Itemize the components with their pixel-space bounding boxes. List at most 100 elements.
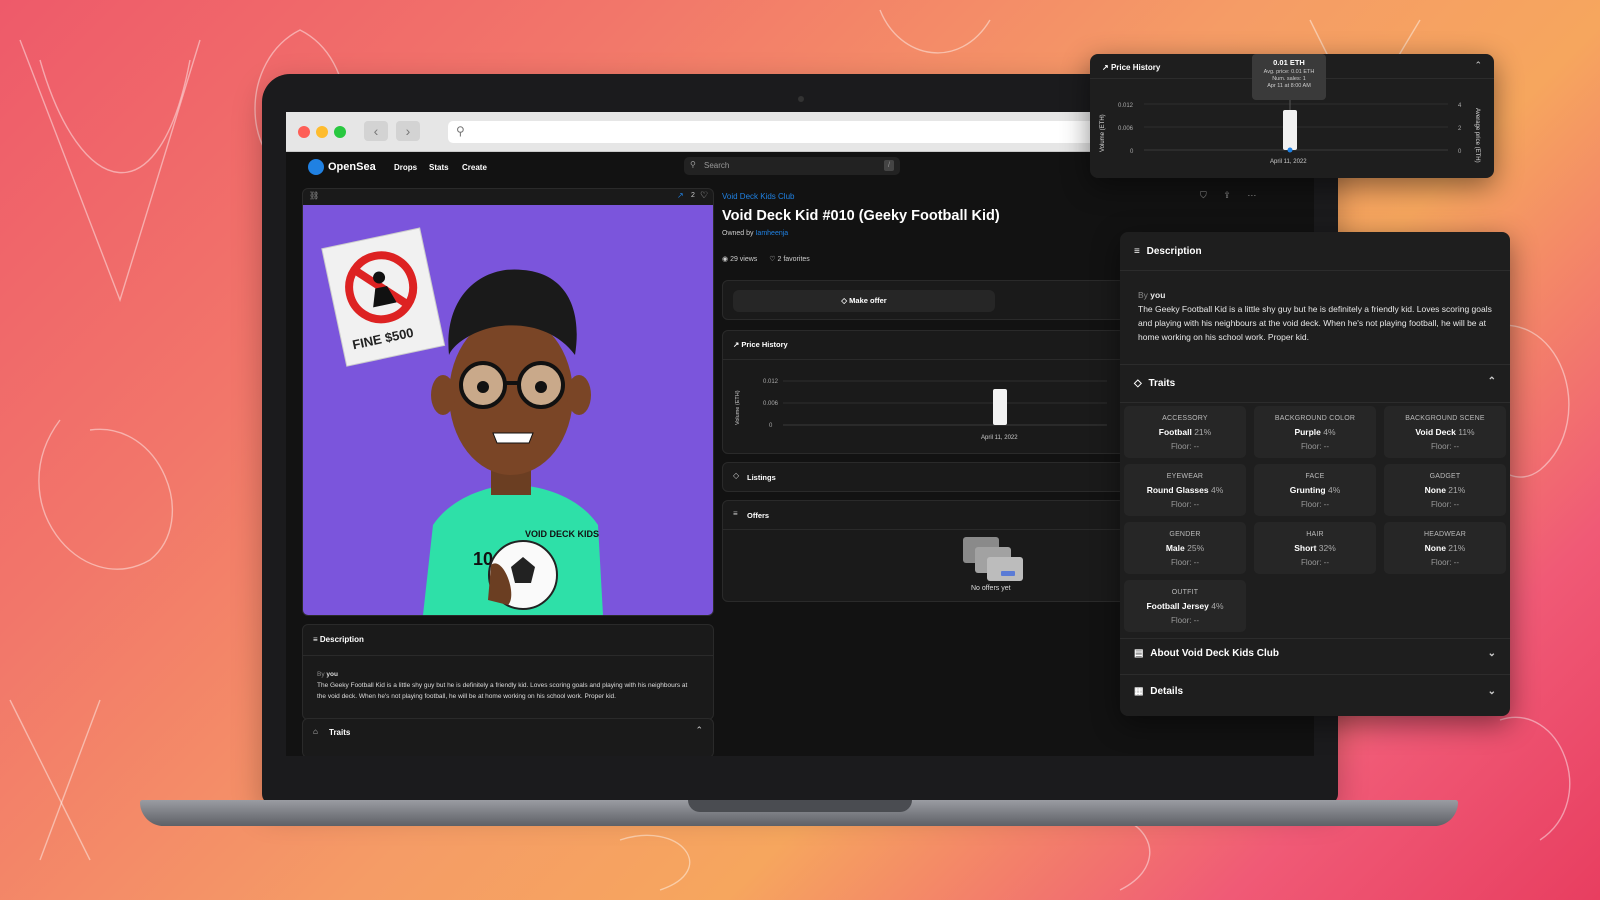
make-offer-label: Make offer: [849, 296, 887, 305]
about-collection-row[interactable]: ▤ About Void Deck Kids Club ⌄: [1134, 648, 1496, 659]
trait-card[interactable]: HAIR Short 32% Floor: --: [1254, 522, 1376, 574]
maximize-window-button[interactable]: [334, 126, 346, 138]
details-icon: ▦: [1134, 686, 1144, 697]
trait-card[interactable]: BACKGROUND COLOR Purple 4% Floor: --: [1254, 406, 1376, 458]
nav-link-stats[interactable]: Stats: [429, 163, 449, 172]
chevron-up-icon[interactable]: ⌃: [1488, 376, 1496, 387]
trait-floor: Floor: --: [1301, 500, 1329, 509]
by-label: By: [1138, 290, 1148, 300]
trait-type: EYEWEAR: [1166, 473, 1204, 480]
trait-type: BACKGROUND SCENE: [1405, 415, 1485, 422]
trait-card[interactable]: FACE Grunting 4% Floor: --: [1254, 464, 1376, 516]
list-icon: ≡: [733, 509, 738, 518]
price-history-popup: ↗ Price History ⌃ Volume (ETH) Average p…: [1090, 54, 1494, 178]
trait-type: HEADWEAR: [1423, 531, 1467, 538]
views-count: 29 views: [730, 256, 758, 263]
jersey-text: VOID DECK KIDS: [525, 529, 599, 539]
chevron-down-icon[interactable]: ⌄: [1488, 686, 1496, 697]
minimize-window-button[interactable]: [316, 126, 328, 138]
webcam: [798, 96, 804, 102]
trait-value: Short: [1294, 543, 1317, 553]
left-axis-label: Volume (ETH): [1100, 114, 1106, 152]
description-card: ≡ Description By you The Geeky Football …: [302, 624, 714, 720]
collection-link[interactable]: Void Deck Kids Club: [722, 192, 794, 201]
y-tick: 0: [769, 423, 773, 429]
trait-rarity: 21%: [1448, 543, 1466, 553]
more-icon[interactable]: ⋯: [1247, 190, 1256, 200]
laptop-notch: [688, 800, 912, 812]
trait-type: BACKGROUND COLOR: [1274, 415, 1356, 422]
trait-type: FACE: [1305, 473, 1325, 480]
owned-by-label: Owned by: [722, 230, 754, 237]
creator-link[interactable]: you: [326, 671, 338, 678]
tooltip-price: 0.01 ETH: [1273, 58, 1305, 67]
right-tick: 2: [1458, 126, 1462, 132]
tooltip-sales: Num. sales: 1: [1272, 76, 1306, 82]
owner-link[interactable]: Iamheenja: [755, 230, 788, 237]
tag-icon: ⌂: [313, 727, 318, 736]
popup-header[interactable]: ↗ Price History: [1102, 63, 1160, 72]
left-tick: 0.012: [1118, 103, 1134, 109]
creator-link[interactable]: you: [1150, 290, 1165, 300]
popup-x-tick: April 11, 2022: [1270, 159, 1307, 165]
right-axis-label: Average price (ETH): [1474, 108, 1480, 163]
trait-card[interactable]: HEADWEAR None 21% Floor: --: [1384, 522, 1506, 574]
trait-card[interactable]: GADGET None 21% Floor: --: [1384, 464, 1506, 516]
offers-title[interactable]: Offers: [747, 511, 769, 520]
trait-card[interactable]: BACKGROUND SCENE Void Deck 11% Floor: --: [1384, 406, 1506, 458]
trait-value: None: [1424, 485, 1446, 495]
details-row[interactable]: ▦ Details ⌄: [1134, 686, 1496, 697]
panel-traits-header[interactable]: ◇ Traits ⌃: [1134, 376, 1496, 389]
opensea-logo-icon[interactable]: [308, 159, 324, 175]
right-tick: 4: [1458, 103, 1462, 109]
trait-rarity: 32%: [1318, 543, 1336, 553]
description-header[interactable]: ≡ Description: [313, 635, 364, 644]
price-history-header[interactable]: ↗ Price History: [733, 340, 788, 349]
heart-icon[interactable]: ♡: [700, 190, 708, 201]
item-title: Void Deck Kid #010 (Geeky Football Kid): [722, 208, 1000, 224]
traits-card[interactable]: ⌂ Traits ⌃: [302, 718, 714, 756]
chevron-up-icon[interactable]: ⌃: [1474, 60, 1482, 71]
trait-card[interactable]: EYEWEAR Round Glasses 4% Floor: --: [1124, 464, 1246, 516]
price-history-chart: Volume (ETH) 0.012 0.006 0 April 11, 202…: [735, 379, 1107, 441]
trait-rarity: 4%: [1327, 485, 1341, 495]
trait-rarity: 11%: [1458, 427, 1475, 437]
trait-type: GENDER: [1169, 531, 1201, 538]
brand-name[interactable]: OpenSea: [328, 161, 376, 173]
shield-icon[interactable]: ⛉: [1200, 190, 1207, 200]
left-tick: 0.006: [1118, 126, 1134, 132]
trend-icon: ↗: [733, 340, 740, 349]
search-input[interactable]: ⚲ Search /: [684, 157, 900, 175]
x-tick: April 11, 2022: [981, 435, 1018, 441]
trait-floor: Floor: --: [1301, 558, 1329, 567]
details-title: Details: [1150, 686, 1184, 697]
y-tick: 0.006: [763, 401, 779, 407]
share-icon[interactable]: ⇪: [1223, 190, 1231, 200]
close-window-button[interactable]: [298, 126, 310, 138]
right-tick: 0: [1458, 149, 1462, 155]
about-collection-title: About Void Deck Kids Club: [1150, 648, 1279, 659]
trait-rarity: 4%: [1211, 601, 1224, 611]
back-button[interactable]: ‹: [364, 121, 388, 141]
owner-line: Owned by Iamheenja: [722, 230, 788, 237]
chevron-up-icon[interactable]: ⌃: [695, 725, 703, 736]
make-offer-button[interactable]: ◇ Make offer: [733, 290, 995, 312]
panel-description-header[interactable]: ≡ Description: [1134, 246, 1202, 257]
trait-card[interactable]: GENDER Male 25% Floor: --: [1124, 522, 1246, 574]
trait-value: Football Jersey: [1146, 601, 1209, 611]
avg-price-point: [1287, 147, 1293, 153]
chevron-down-icon[interactable]: ⌄: [1488, 648, 1496, 659]
nav-link-drops[interactable]: Drops: [394, 163, 417, 172]
price-history-title: Price History: [741, 340, 788, 349]
trait-card[interactable]: OUTFIT Football Jersey 4% Floor: --: [1124, 580, 1246, 632]
trait-floor: Floor: --: [1431, 500, 1459, 509]
list-icon: ≡: [1134, 246, 1140, 257]
forward-button[interactable]: ›: [396, 121, 420, 141]
traits-title: Traits: [329, 728, 351, 737]
y-tick: 0.012: [763, 379, 779, 385]
trait-floor: Floor: --: [1431, 558, 1459, 567]
trait-card[interactable]: ACCESSORY Football 21% Floor: --: [1124, 406, 1246, 458]
nav-link-create[interactable]: Create: [462, 163, 487, 172]
external-link-icon[interactable]: ↗: [677, 191, 684, 200]
chart-ylabel: Volume (ETH): [735, 390, 741, 425]
